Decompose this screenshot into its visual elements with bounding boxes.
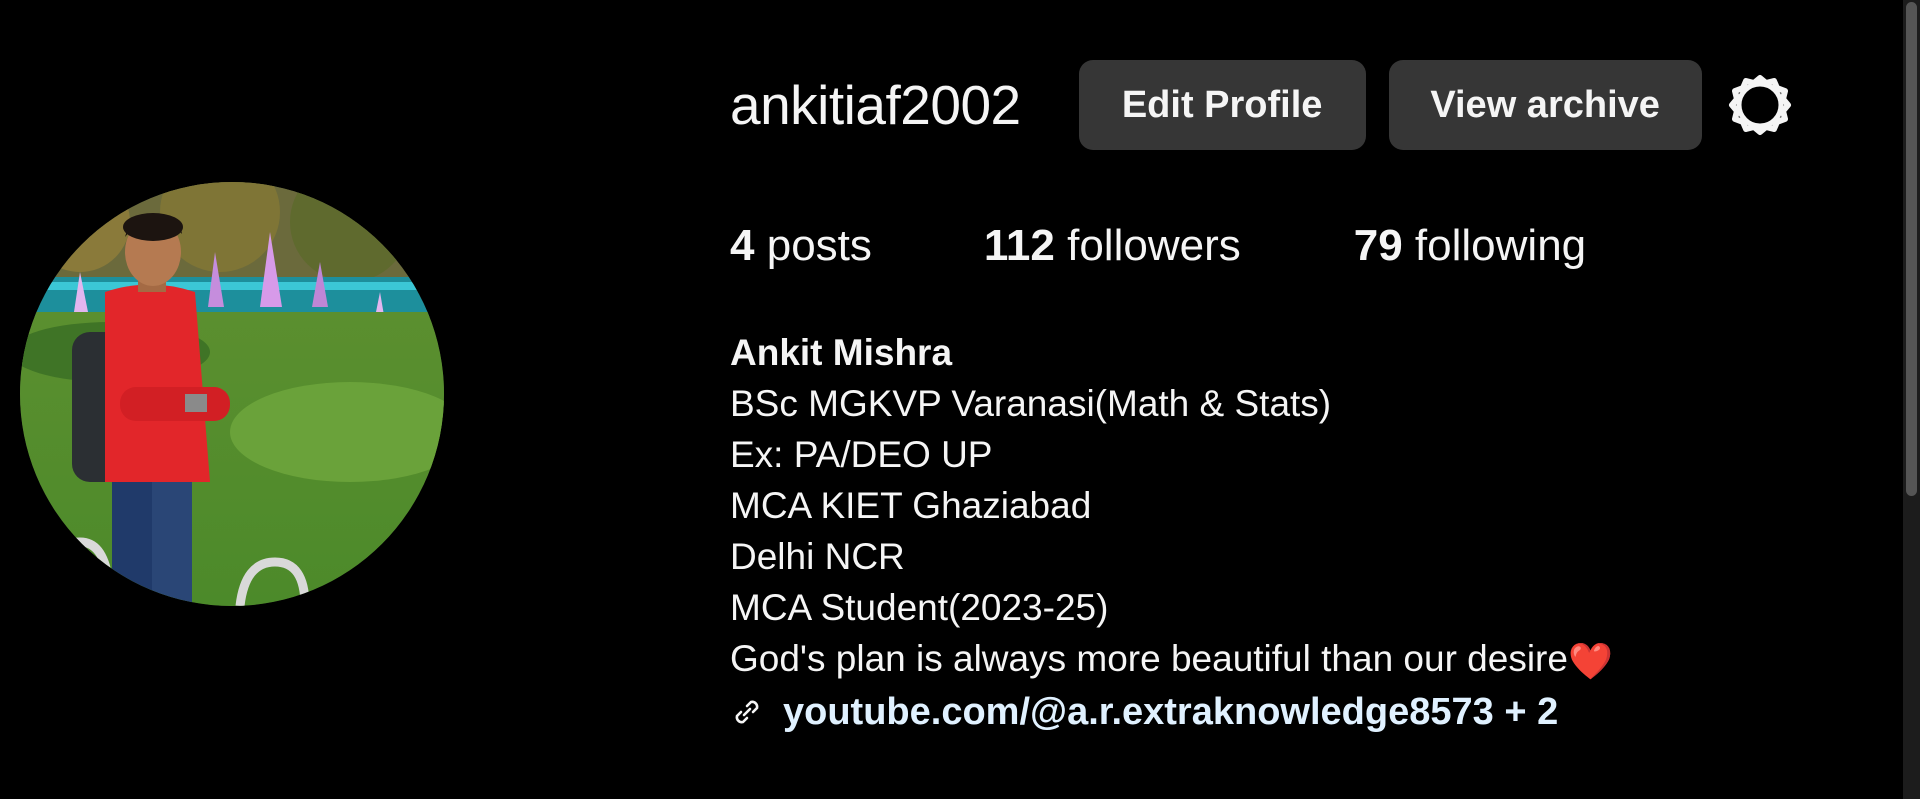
bio-line: MCA KIET Ghaziabad bbox=[730, 485, 1092, 526]
profile-header: ankitiaf2002 Edit Profile View archive bbox=[730, 60, 1792, 150]
scrollbar[interactable] bbox=[1903, 0, 1920, 799]
edit-profile-button[interactable]: Edit Profile bbox=[1078, 60, 1366, 150]
profile-avatar[interactable] bbox=[20, 182, 444, 606]
posts-count[interactable]: 4 posts bbox=[730, 221, 872, 271]
view-archive-button[interactable]: View archive bbox=[1388, 60, 1702, 150]
bio-line: Delhi NCR bbox=[730, 536, 905, 577]
avatar-photo bbox=[20, 182, 444, 606]
profile-stats: 4 posts 112 followers 79 following bbox=[730, 218, 1586, 274]
followers-label: followers bbox=[1067, 221, 1241, 270]
link-text: youtube.com/@a.r.extraknowledge8573 + 2 bbox=[783, 690, 1559, 733]
followers-link[interactable]: 112 followers bbox=[984, 221, 1241, 271]
bio-line-quote: God's plan is always more beautiful than… bbox=[730, 633, 1613, 687]
heart-emoji: ❤️ bbox=[1567, 640, 1613, 682]
gear-icon[interactable] bbox=[1728, 73, 1792, 137]
link-icon bbox=[730, 694, 766, 730]
following-label: following bbox=[1414, 221, 1587, 270]
bio-line: BSc MGKVP Varanasi(Math & Stats) bbox=[730, 383, 1332, 424]
profile-bio: Ankit Mishra BSc MGKVP Varanasi(Math & S… bbox=[730, 327, 1613, 738]
following-number: 79 bbox=[1353, 221, 1403, 270]
full-name: Ankit Mishra bbox=[730, 332, 953, 373]
scrollbar-thumb[interactable] bbox=[1906, 2, 1917, 496]
posts-number: 4 bbox=[730, 221, 755, 270]
followers-number: 112 bbox=[983, 221, 1055, 270]
bio-line: MCA Student(2023-25) bbox=[730, 587, 1109, 628]
username: ankitiaf2002 bbox=[730, 74, 1021, 136]
bio-quote-text: God's plan is always more beautiful than… bbox=[730, 638, 1568, 679]
profile-page: ankitiaf2002 Edit Profile View archive 4… bbox=[0, 0, 1920, 799]
following-link[interactable]: 79 following bbox=[1354, 221, 1586, 271]
bio-line: Ex: PA/DEO UP bbox=[730, 434, 993, 475]
external-link[interactable]: youtube.com/@a.r.extraknowledge8573 + 2 bbox=[730, 687, 1613, 738]
posts-label: posts bbox=[766, 221, 872, 270]
